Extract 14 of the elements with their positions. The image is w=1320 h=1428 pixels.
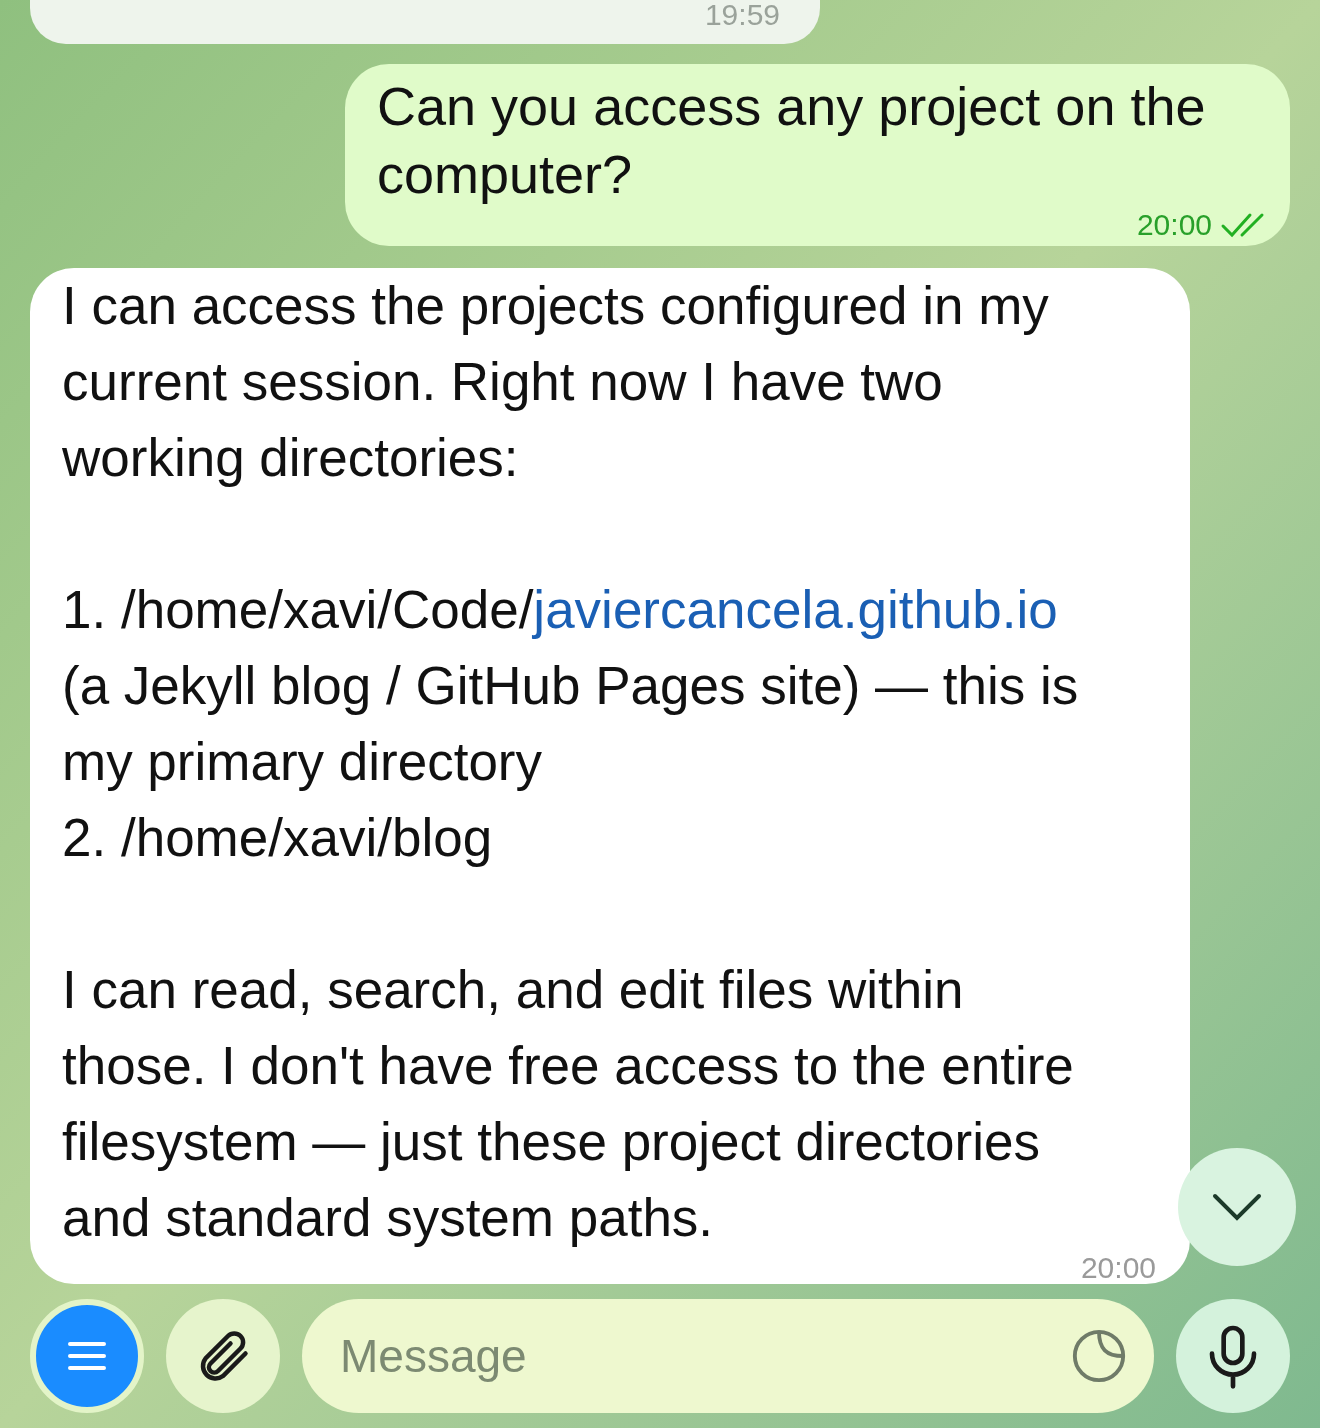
link[interactable]: javiercancela.github.io <box>533 580 1058 639</box>
message-paragraph: I can access the projects configured in my current session. Right now I have two working directories: <box>62 275 1050 489</box>
message-field[interactable]: Message <box>340 1321 1070 1391</box>
message-time: 20:00 <box>1136 208 1212 242</box>
message-paragraph: I can read, search, and edit files within those. I don't have free access to the entire filesystem — just these project directories and standard system paths. <box>62 959 1075 1249</box>
message-input[interactable]: Message <box>302 1299 1154 1413</box>
list-item: 1. /home/xavi/Code/javiercancela.github.io (a Jekyll blog / GitHub Pages site) — this is my primary directory <box>62 579 1080 793</box>
message-text: Can you access any project on the computer? <box>377 75 1207 206</box>
menu-icon <box>68 1341 106 1371</box>
sticker-icon <box>1070 1327 1128 1385</box>
chevron-down-icon <box>1212 1193 1262 1221</box>
message-time: 19:59 <box>704 0 780 30</box>
message-time: 20:00 <box>1080 1256 1156 1280</box>
list-item: 2. /home/xavi/blog <box>62 807 494 869</box>
